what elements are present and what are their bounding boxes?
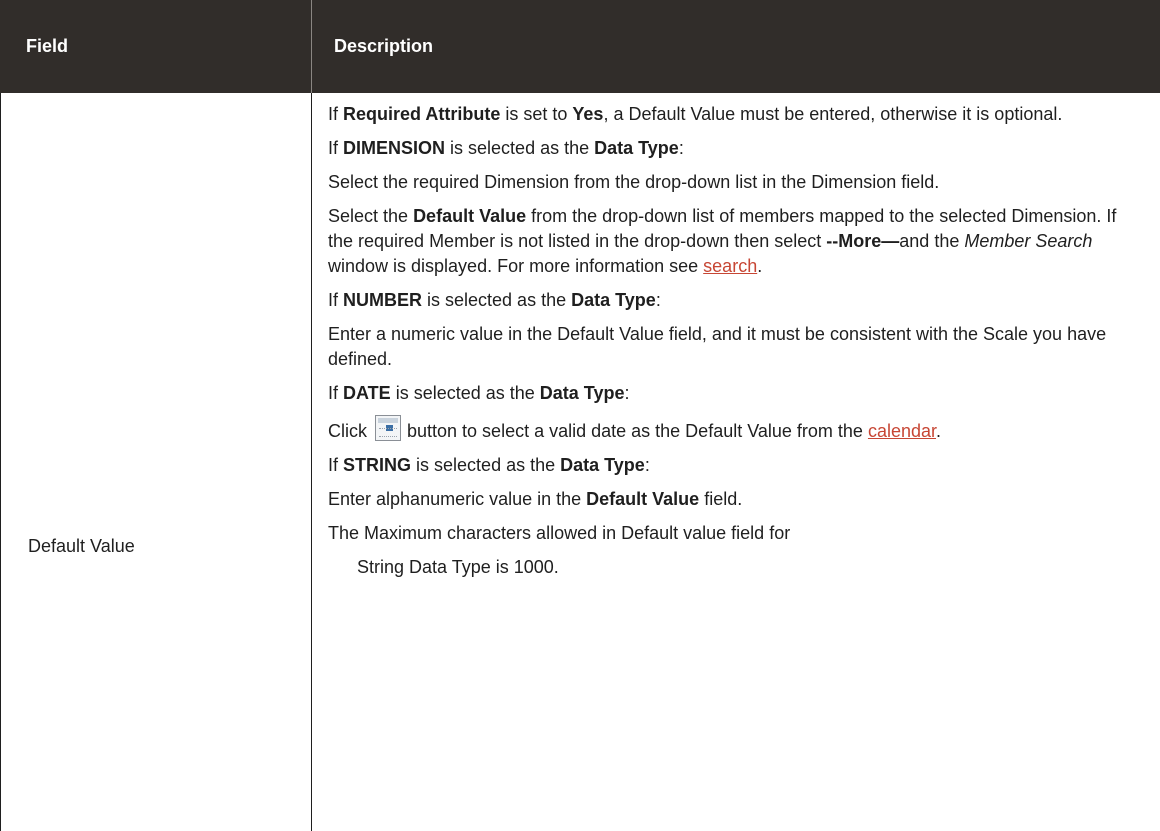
search-link[interactable]: search: [703, 256, 757, 276]
table-header: Field Description: [0, 0, 1160, 93]
paragraph-string-limit: String Data Type is 1000.: [357, 557, 559, 577]
header-divider: [311, 0, 312, 93]
paragraph-select-default-value: Select the Default Value from the drop-d…: [328, 206, 1117, 276]
paragraph-date-heading: If DATE is selected as the Data Type:: [328, 383, 630, 403]
field-description-table: Field Description Default Value If Requi…: [0, 0, 1160, 831]
table-column-divider: [311, 93, 312, 831]
paragraph-numeric-value: Enter a numeric value in the Default Val…: [328, 324, 1107, 369]
table-border-left: [0, 93, 1, 831]
calendar-link[interactable]: calendar: [868, 421, 936, 441]
paragraph-alphanumeric-value: Enter alphanumeric value in the Default …: [328, 489, 743, 509]
paragraph-string-heading: If STRING is selected as the Data Type:: [328, 455, 650, 475]
header-field: Field: [26, 36, 69, 56]
field-name-cell: Default Value: [28, 536, 135, 556]
paragraph-required-attribute: If Required Attribute is set to Yes, a D…: [328, 104, 1063, 124]
paragraph-number-heading: If NUMBER is selected as the Data Type:: [328, 290, 661, 310]
description-cell: If Required Attribute is set to Yes, a D…: [328, 102, 1138, 589]
header-description: Description: [334, 36, 434, 56]
paragraph-date-click: Click button to select a valid date as th…: [328, 415, 1138, 444]
paragraph-select-dimension: Select the required Dimension from the d…: [328, 172, 940, 192]
calendar-icon[interactable]: [375, 415, 401, 441]
paragraph-dimension-heading: If DIMENSION is selected as the Data Typ…: [328, 138, 684, 158]
paragraph-max-characters: The Maximum characters allowed in Defaul…: [328, 523, 791, 543]
